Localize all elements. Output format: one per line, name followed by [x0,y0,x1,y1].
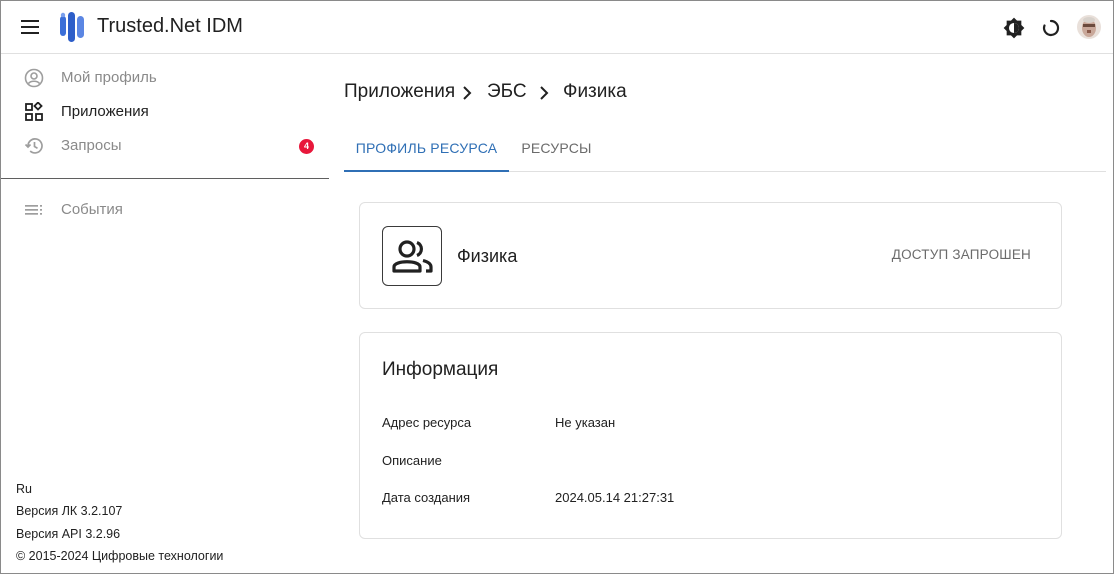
info-title: Информация [382,359,499,380]
avatar[interactable] [1077,15,1101,39]
history-icon [24,136,44,156]
breadcrumb-item-ebs[interactable]: ЭБС [487,81,527,103]
loading-icon [1040,17,1062,39]
requests-count-badge: 4 [299,139,314,154]
language-switch[interactable]: Ru [16,482,32,496]
apps-grid-icon [24,101,44,122]
breadcrumb-item-applications[interactable]: Приложения [344,81,455,103]
sidebar-item-label: Запросы [61,137,122,154]
menu-icon[interactable] [20,18,40,36]
account-circle-icon [24,68,44,88]
copyright: © 2015-2024 Цифровые технологии [16,549,224,563]
info-row: Описание [382,453,1042,471]
tab-bar: ПРОФИЛЬ РЕСУРСА РЕСУРСЫ [344,127,1106,172]
resource-name: Физика [457,246,518,266]
logo-icon [60,12,84,42]
top-bar: Trusted.Net IDM [1,1,1113,54]
brightness-icon[interactable] [1003,17,1025,39]
tab-resource-profile[interactable]: ПРОФИЛЬ РЕСУРСА [344,127,509,172]
sidebar: Мой профиль Приложения Запросы 4 События… [1,55,329,573]
info-key: Дата создания [382,490,471,505]
sidebar-item-profile[interactable]: Мой профиль [1,61,329,95]
sidebar-item-events[interactable]: События [1,193,329,227]
info-value: Не указан [555,415,616,430]
sidebar-item-label: Приложения [61,103,149,120]
sidebar-item-label: Мой профиль [61,69,157,86]
info-row: Дата создания 2024.05.14 21:27:31 [382,490,1042,508]
resource-card: Физика ДОСТУП ЗАПРОШЕН [359,202,1062,309]
info-row: Адрес ресурса Не указан [382,415,1042,433]
app-window: Trusted.Net IDM Мой профиль Приложения З… [0,0,1114,574]
sidebar-item-requests[interactable]: Запросы 4 [1,129,329,163]
version-api: Версия API 3.2.96 [16,527,121,541]
chevron-right-icon [461,85,473,101]
tab-resources[interactable]: РЕСУРСЫ [509,127,604,172]
info-key: Адрес ресурса [382,415,472,430]
list-icon [24,200,44,220]
app-title: Trusted.Net IDM [97,15,243,37]
sidebar-item-label: События [61,201,123,218]
breadcrumb-item-current: Физика [563,81,627,102]
access-status-button[interactable]: ДОСТУП ЗАПРОШЕН [892,247,1031,262]
info-key: Описание [382,453,442,468]
sidebar-item-applications[interactable]: Приложения [1,95,329,129]
info-card: Информация Адрес ресурса Не указан Описа… [359,332,1062,539]
group-icon [382,226,442,286]
sidebar-divider [1,178,329,179]
info-value: 2024.05.14 21:27:31 [555,490,675,505]
chevron-right-icon [538,85,550,101]
version-lk: Версия ЛК 3.2.107 [16,504,123,518]
